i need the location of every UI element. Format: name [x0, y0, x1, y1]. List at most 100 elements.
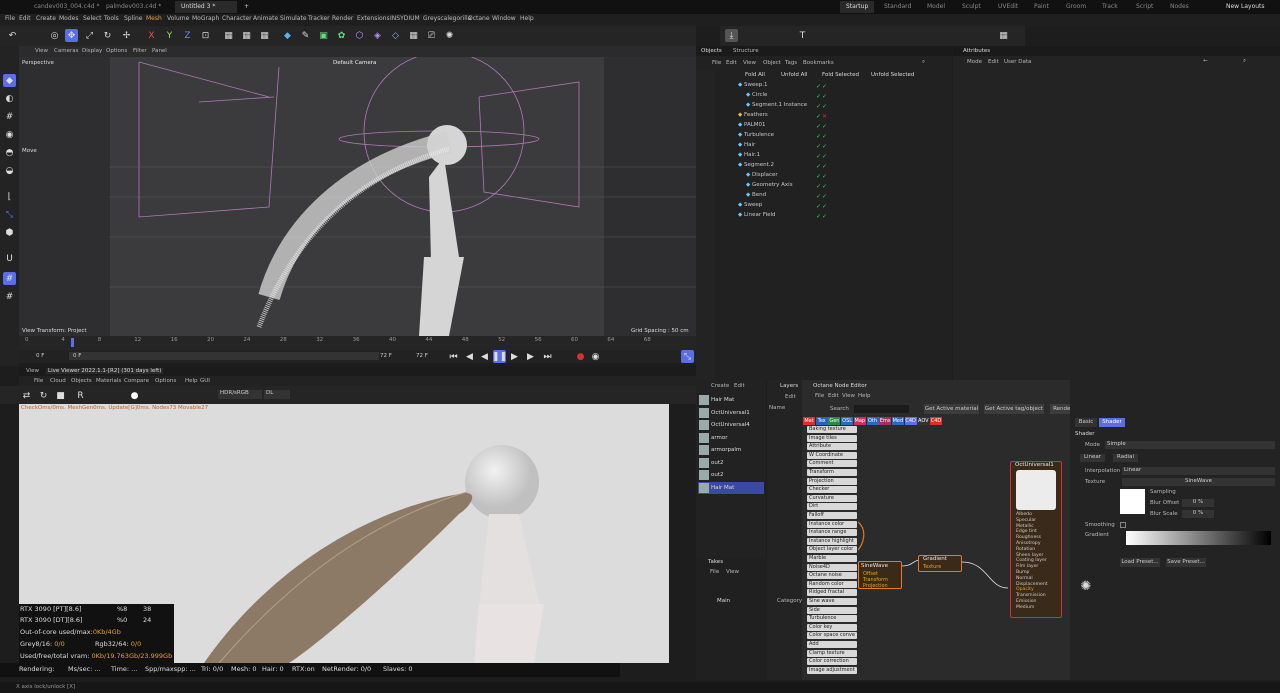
- object-row[interactable]: ◆ Turbulence: [738, 132, 774, 142]
- render-settings-icon[interactable]: ▦: [258, 29, 271, 42]
- download-icon[interactable]: ⤓: [725, 29, 738, 42]
- attr-menu-mode[interactable]: Mode: [967, 59, 982, 65]
- object-row[interactable]: ◆ Feathers: [738, 112, 768, 122]
- univ-port[interactable]: Sheen layer: [1016, 553, 1043, 558]
- mesh-mode-icon[interactable]: ◐: [3, 92, 16, 105]
- ne-menu-edit[interactable]: Edit: [828, 393, 839, 399]
- menu-octane[interactable]: Octane: [468, 15, 490, 22]
- attr-search-icon[interactable]: ⌕: [1243, 58, 1246, 65]
- node-type-item[interactable]: Object layer color: [807, 546, 857, 554]
- coord-system-icon[interactable]: ⊡: [199, 29, 212, 42]
- node-category-c4d[interactable]: C4D: [904, 417, 917, 425]
- lv-menu-cloud[interactable]: Cloud: [50, 378, 66, 384]
- enabled-check[interactable]: ✓: [822, 134, 827, 140]
- node-type-item[interactable]: Clamp texture: [807, 649, 857, 657]
- texture-select[interactable]: SineWave: [1122, 478, 1275, 486]
- rotate-icon[interactable]: ↻: [101, 29, 114, 42]
- layout-standard[interactable]: Standard: [878, 1, 917, 13]
- object-row[interactable]: ◆ Linear Field: [738, 212, 776, 222]
- menu-insydium[interactable]: INSYDIUM: [390, 15, 420, 22]
- first-frame-icon[interactable]: ⏮: [447, 350, 460, 363]
- live-select-icon[interactable]: ◎: [48, 29, 61, 42]
- node-type-item[interactable]: Random color: [807, 580, 857, 588]
- univ-port[interactable]: Bump: [1016, 570, 1029, 575]
- material-item[interactable]: OctUniversal4: [698, 419, 764, 431]
- lv-menu-options[interactable]: Options: [155, 378, 176, 384]
- visibility-check[interactable]: ✓: [816, 144, 821, 150]
- enabled-check[interactable]: ✓: [822, 124, 827, 130]
- menu-render[interactable]: Render: [332, 15, 353, 22]
- field-icon[interactable]: ◇: [389, 29, 402, 42]
- om-menu-view[interactable]: View: [743, 60, 756, 66]
- node-type-item[interactable]: Instance range: [807, 529, 857, 537]
- node-category-osl[interactable]: OSL: [841, 417, 854, 425]
- smoothing-checkbox[interactable]: [1120, 522, 1126, 528]
- tab-structure[interactable]: Structure: [733, 48, 759, 54]
- next-frame-icon[interactable]: ▶: [524, 350, 537, 363]
- lv-menu-file[interactable]: File: [34, 378, 43, 384]
- 3d-viewport[interactable]: Perspective Default Camera Move View Tra…: [19, 57, 696, 336]
- menu-volume[interactable]: Volume: [167, 15, 189, 22]
- deformer-icon[interactable]: ⬡: [353, 29, 366, 42]
- record-icon[interactable]: ●: [574, 350, 587, 363]
- lv-tab-view[interactable]: View: [26, 368, 39, 374]
- node-type-item[interactable]: Comment: [807, 460, 857, 468]
- visibility-check[interactable]: ✓: [816, 204, 821, 210]
- node-type-item[interactable]: Projection: [807, 477, 857, 485]
- vp-menu-view[interactable]: View: [35, 48, 48, 54]
- visibility-check[interactable]: ✓: [816, 164, 821, 170]
- pause-icon[interactable]: ❚❚: [492, 350, 507, 363]
- doc-tab-3[interactable]: Untitled 3 *: [175, 1, 237, 13]
- visibility-check[interactable]: ✓: [816, 84, 821, 90]
- object-row[interactable]: ◆ Sweep.1: [738, 82, 767, 92]
- enabled-check[interactable]: ✓: [822, 94, 827, 100]
- ne-search-input[interactable]: [854, 405, 909, 413]
- object-row[interactable]: ◆ Geometry Axis: [746, 182, 793, 192]
- next-key-icon[interactable]: ▶: [508, 350, 521, 363]
- object-row[interactable]: ◆ Hair: [738, 142, 755, 152]
- material-item[interactable]: armorpalm: [698, 444, 764, 456]
- lv-region-icon[interactable]: R: [74, 389, 87, 402]
- blur-scale-input[interactable]: 0 %: [1182, 510, 1214, 518]
- menu-tracker[interactable]: Tracker: [308, 15, 330, 22]
- menu-tools[interactable]: Tools: [104, 15, 119, 22]
- object-row[interactable]: ◆ Displacer: [746, 172, 778, 182]
- end-frame-2[interactable]: 72 F: [416, 353, 428, 359]
- edges-mode-icon[interactable]: ◓: [3, 146, 16, 159]
- layout-script[interactable]: Script: [1130, 1, 1159, 13]
- linear-button[interactable]: Linear: [1080, 454, 1105, 462]
- object-row[interactable]: ◆ PALM01: [738, 122, 766, 132]
- visibility-check[interactable]: ✓: [816, 104, 821, 110]
- node-type-item[interactable]: Sine wave: [807, 598, 857, 605]
- attr-back-icon[interactable]: ←: [1203, 58, 1208, 64]
- attr-menu-edit[interactable]: Edit: [988, 59, 999, 65]
- material-item[interactable]: Hair Mat: [698, 481, 764, 494]
- node-type-item[interactable]: Marble: [807, 555, 857, 562]
- tab-objects[interactable]: Objects: [701, 48, 722, 54]
- doc-tab-2[interactable]: palmdev003.c4d *: [100, 1, 167, 13]
- tweak-mode-icon[interactable]: ⤡: [3, 208, 16, 221]
- end-frame[interactable]: 72 F: [380, 353, 392, 359]
- visibility-check[interactable]: ✓: [816, 184, 821, 190]
- node-category-c4d[interactable]: C4D: [930, 417, 942, 425]
- node-category-gen[interactable]: Gen: [828, 417, 841, 425]
- material-item[interactable]: Hair Mat: [698, 394, 764, 406]
- object-row[interactable]: ◆ Segment.1 Instance: [746, 102, 807, 112]
- lv-clay-icon[interactable]: ●: [128, 389, 141, 402]
- layers-menu-edit[interactable]: Edit: [785, 394, 796, 400]
- univ-port[interactable]: Displacement: [1016, 582, 1048, 587]
- univ-port[interactable]: Rotation: [1016, 547, 1035, 552]
- lv-stop-icon[interactable]: ■: [54, 389, 67, 402]
- menu-extensions[interactable]: Extensions: [357, 15, 390, 22]
- univ-port[interactable]: Specular: [1016, 518, 1036, 523]
- node-type-item[interactable]: W Coordinate: [807, 451, 857, 459]
- camera-icon[interactable]: ⎚: [425, 29, 438, 42]
- render-picture-viewer-icon[interactable]: ▦: [240, 29, 253, 42]
- octuniversal-node[interactable]: OctUniversal1 Albedo Specular Metallic Edge…: [1010, 461, 1062, 618]
- menu-spline[interactable]: Spline: [124, 15, 142, 22]
- material-item[interactable]: out2: [698, 469, 764, 481]
- univ-port[interactable]: Metallic: [1016, 524, 1034, 529]
- univ-port[interactable]: Anisotropy: [1016, 541, 1041, 546]
- lv-send-icon[interactable]: ⇄: [20, 389, 33, 402]
- fold-all[interactable]: Fold All: [745, 72, 765, 78]
